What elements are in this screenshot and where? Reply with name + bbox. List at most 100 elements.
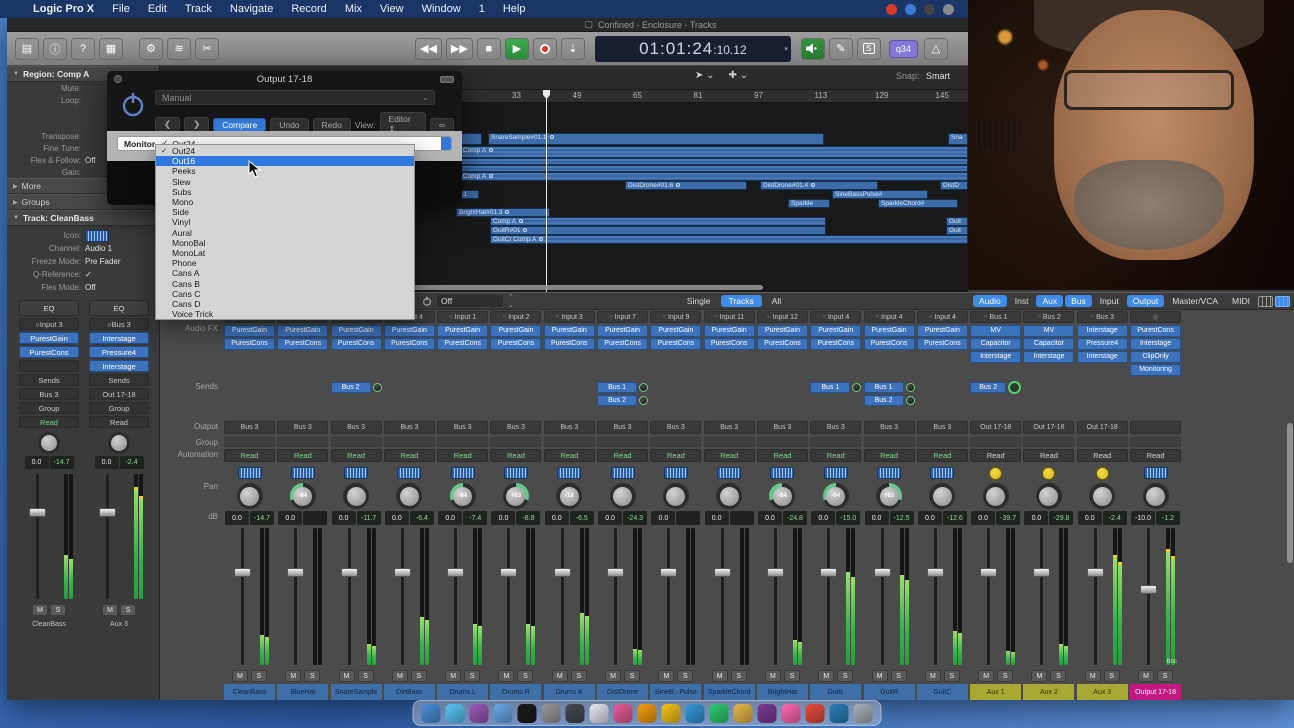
region[interactable]: DistD [940, 181, 968, 190]
menu-item-view[interactable]: View [371, 3, 413, 15]
channel-name[interactable]: Aux 1 [970, 684, 1021, 700]
region[interactable]: SnareSample#01.1 [488, 133, 824, 145]
channel-input-slot[interactable]: ○Input 12 [757, 311, 808, 323]
fader-cap[interactable] [500, 568, 517, 577]
fader-cap[interactable] [341, 568, 358, 577]
audio-fx-plugin[interactable]: Interstage [1130, 338, 1181, 350]
fader-cap[interactable] [1033, 568, 1050, 577]
dock-icon[interactable] [542, 704, 561, 723]
pan-knob[interactable] [343, 483, 369, 509]
mixer-view-tab-single[interactable]: Single [679, 295, 719, 307]
fader-cap[interactable] [1087, 568, 1104, 577]
group-slot[interactable] [810, 437, 861, 447]
menubar-status-icon[interactable] [943, 4, 954, 15]
fader-cap[interactable] [554, 568, 571, 577]
menu-option-cans-a[interactable]: Cans A [156, 268, 414, 278]
group-slot[interactable] [757, 437, 808, 447]
solo-button[interactable]: S [891, 670, 907, 682]
group-slot[interactable] [490, 437, 541, 447]
send-bus-button[interactable]: Bus 2 [864, 395, 904, 406]
mixer-filter-input[interactable]: Input [1094, 295, 1125, 307]
channel-name[interactable]: Drums K [544, 684, 595, 700]
mute-button[interactable]: M [1031, 670, 1047, 682]
automation-slot[interactable]: Read [384, 449, 435, 462]
plugin-preset-menu[interactable]: Manual ⌄ [155, 90, 435, 105]
solo-button[interactable]: S [358, 670, 374, 682]
menubar-status-icon[interactable] [924, 4, 935, 15]
menu-option-mono[interactable]: Mono [156, 197, 414, 207]
automation-slot[interactable]: Read [1023, 449, 1074, 462]
pan-knob[interactable]: -18 [556, 483, 582, 509]
mute-button[interactable]: M [925, 670, 941, 682]
mode-button-2[interactable]: ✂ [195, 38, 219, 60]
fader-cap[interactable] [767, 568, 784, 577]
audio-fx-plugin[interactable]: MV [1023, 325, 1074, 337]
lcd-display[interactable]: 01:01:24 :10.12 ▾ [595, 36, 791, 62]
group-slot[interactable] [1077, 437, 1128, 447]
automation-slot[interactable]: Read [89, 416, 149, 428]
automation-slot[interactable]: Read [19, 416, 79, 428]
group-slot[interactable] [917, 437, 968, 447]
audio-fx-plugin[interactable]: ClipOnly [1130, 351, 1181, 363]
send-knob[interactable] [639, 383, 648, 392]
group-slot[interactable] [331, 437, 382, 447]
dock-icon[interactable] [518, 704, 537, 723]
menu-option-voice-trick[interactable]: Voice Trick [156, 309, 414, 319]
track-inspector-header[interactable]: ▼Track: CleanBass [7, 210, 159, 226]
dock-icon[interactable] [686, 704, 705, 723]
solo-button[interactable]: S [1104, 670, 1120, 682]
channel-name[interactable]: SparkleChord [704, 684, 755, 700]
compare-button[interactable]: Compare [213, 118, 266, 132]
channel-name[interactable]: GuitL [810, 684, 861, 700]
audio-fx-plugin[interactable]: PurestCons [917, 338, 968, 350]
automation-slot[interactable]: Read [331, 449, 382, 462]
mute-button[interactable]: M [498, 670, 514, 682]
mute-button[interactable]: M [872, 670, 888, 682]
menu-item-track[interactable]: Track [176, 3, 221, 15]
volume-value[interactable]: 0.0 [385, 511, 409, 525]
fader-cap[interactable] [607, 568, 624, 577]
audio-fx-plugin[interactable]: PurestCons [704, 338, 755, 350]
region[interactable]: DistDrone#01.4 [760, 181, 878, 190]
group-slot[interactable] [704, 437, 755, 447]
automation-slot[interactable]: Read [1130, 449, 1181, 462]
pan-knob[interactable] [1036, 483, 1062, 509]
fader-cap[interactable] [234, 568, 251, 577]
solo-button[interactable]: S [120, 604, 136, 616]
menu-option-out16[interactable]: Out16 [156, 156, 414, 166]
menu-option-cans-c[interactable]: Cans C [156, 289, 414, 299]
mixer-mode-select[interactable]: Off [437, 295, 503, 307]
view-toggle-button-2[interactable]: ? [71, 38, 95, 60]
menu-item-file[interactable]: File [103, 3, 139, 15]
dock-icon[interactable] [710, 704, 729, 723]
group-slot[interactable] [864, 437, 915, 447]
stop-button[interactable]: ■ [477, 38, 501, 60]
menu-option-side[interactable]: Side [156, 207, 414, 217]
dock-icon[interactable] [854, 704, 873, 723]
menu-option-vinyl[interactable]: Vinyl [156, 217, 414, 227]
eq-slot[interactable]: EQ [19, 300, 79, 316]
volume-value[interactable]: 0.0 [332, 511, 356, 525]
playhead[interactable] [546, 90, 547, 292]
fader-cap[interactable] [99, 508, 116, 517]
mixer-filter-output[interactable]: Output [1127, 295, 1165, 307]
wide-view-icon[interactable] [1275, 296, 1290, 307]
channel-name[interactable]: GuitC [917, 684, 968, 700]
channel-name[interactable]: BrightHat [757, 684, 808, 700]
group-slot[interactable] [277, 437, 328, 447]
mute-button[interactable]: M [978, 670, 994, 682]
audio-fx-plugin[interactable]: PurestCons [864, 338, 915, 350]
audio-fx-plugin[interactable]: PurestGain [810, 325, 861, 337]
solo-button[interactable]: S [784, 670, 800, 682]
channel-name[interactable]: Output 17-18 [1130, 684, 1181, 700]
fader-cap[interactable] [287, 568, 304, 577]
send-knob[interactable] [1008, 381, 1021, 394]
channel-input-slot[interactable]: ○Input 7 [597, 311, 648, 323]
input-slot[interactable]: ○Bus 3 [89, 318, 149, 330]
dock-icon[interactable] [590, 704, 609, 723]
automation-slot[interactable]: Read [917, 449, 968, 462]
dock-icon[interactable] [662, 704, 681, 723]
audio-fx-plugin[interactable]: PurestGain [544, 325, 595, 337]
mode-button-1[interactable]: ≋ [167, 38, 191, 60]
audio-fx-plugin[interactable]: Interstage [89, 332, 149, 344]
